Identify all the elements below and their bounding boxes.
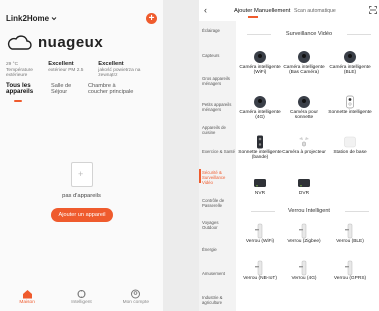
nav-home[interactable]: Maison bbox=[6, 289, 48, 305]
device-item[interactable]: Sonnette intelligente bbox=[328, 94, 372, 115]
category-sidebar: Éclairage Capteurs Gros appareils ménage… bbox=[199, 21, 236, 311]
home-screen: Link2Home + nuageux 29 °C Température ex… bbox=[0, 0, 163, 311]
cloud-icon bbox=[7, 34, 32, 50]
add-device-button[interactable]: Ajouter un appareil bbox=[51, 208, 113, 222]
category-lighting[interactable]: Éclairage bbox=[202, 28, 235, 33]
doorbell-icon bbox=[253, 134, 268, 149]
scan-icon[interactable] bbox=[369, 6, 377, 14]
active-room-indicator bbox=[14, 100, 22, 102]
lock-icon bbox=[253, 223, 268, 238]
category-energy[interactable]: Énergie bbox=[202, 247, 235, 252]
lock-icon bbox=[343, 223, 358, 238]
lock-icon bbox=[253, 260, 268, 275]
weather-widget: nuageux bbox=[6, 34, 103, 51]
device-item[interactable]: Sonnette intelligente (bande) bbox=[238, 134, 282, 161]
device-item[interactable]: Caméra pour sonnette bbox=[282, 94, 326, 121]
back-icon[interactable]: ‹ bbox=[204, 5, 207, 15]
tab-auto-scan[interactable]: Scan automatique bbox=[294, 8, 336, 14]
lock-icon bbox=[343, 260, 358, 275]
camera-icon bbox=[253, 49, 268, 64]
device-item[interactable]: Caméra intelligente (WiFi) bbox=[238, 49, 282, 76]
nvr-icon bbox=[253, 175, 268, 190]
device-item[interactable]: Caméra à projecteur bbox=[282, 134, 326, 155]
floodlight-camera-icon bbox=[297, 134, 312, 149]
active-category-indicator bbox=[199, 169, 201, 183]
camera-icon bbox=[343, 49, 358, 64]
category-small-appliances[interactable]: Petits appareils ménagers bbox=[202, 102, 235, 112]
category-large-appliances[interactable]: Gros appareils ménagers bbox=[202, 76, 235, 86]
lock-icon bbox=[297, 223, 312, 238]
nav-smart[interactable]: Intelligent bbox=[60, 289, 102, 305]
tab-add-manually[interactable]: Ajouter Manuellement bbox=[234, 8, 290, 14]
device-item[interactable]: Verrou (BLE) bbox=[328, 223, 372, 244]
room-tab-bedroom[interactable]: Chambre à coucher principale bbox=[88, 83, 136, 96]
device-item[interactable]: Verrou (Zigbee) bbox=[282, 223, 326, 244]
room-tab-all[interactable]: Tous les appareils bbox=[6, 82, 44, 96]
empty-state-text: pas d'appareils bbox=[62, 193, 101, 199]
category-industry[interactable]: Industrie & agriculture bbox=[202, 295, 235, 305]
device-item[interactable]: Station de base bbox=[328, 134, 372, 155]
room-tab-living[interactable]: Salle de Séjour bbox=[51, 83, 81, 96]
smart-icon bbox=[77, 290, 86, 298]
divider bbox=[347, 34, 371, 35]
device-item[interactable]: Caméra intelligente (BLE) bbox=[328, 49, 372, 76]
account-icon bbox=[131, 289, 141, 299]
category-security[interactable]: Sécurité & Surveillance Vidéo bbox=[202, 170, 235, 185]
bottom-nav: Maison Intelligent Mon compte bbox=[0, 289, 163, 311]
room-tabs: Tous les appareils Salle de Séjour Chamb… bbox=[6, 82, 159, 96]
stat-pm25: Excellent extérieur PM 2.5 bbox=[48, 61, 84, 73]
category-sensors[interactable]: Capteurs bbox=[202, 53, 235, 58]
nav-account[interactable]: Mon compte bbox=[115, 289, 157, 305]
category-entertainment[interactable]: Amusement bbox=[202, 271, 235, 276]
category-kitchen[interactable]: Appareils de cuisine bbox=[202, 125, 235, 135]
home-title: Link2Home bbox=[6, 13, 50, 23]
doorbell-icon bbox=[343, 94, 358, 109]
camera-icon bbox=[297, 94, 312, 109]
dvr-icon bbox=[297, 175, 312, 190]
category-outdoor[interactable]: Voyages Outdoor bbox=[202, 220, 235, 230]
home-selector[interactable]: Link2Home bbox=[6, 14, 57, 23]
base-station-icon bbox=[343, 134, 358, 149]
chevron-down-icon bbox=[51, 16, 57, 20]
category-health[interactable]: Exercice & Santé bbox=[202, 149, 235, 154]
device-item[interactable]: Verrou (GPRS) bbox=[328, 260, 372, 281]
category-gateway[interactable]: Contrôle de Passerelle bbox=[202, 198, 235, 208]
divider bbox=[345, 211, 369, 212]
home-header: Link2Home + bbox=[6, 10, 157, 26]
device-item[interactable]: Verrou (4G) bbox=[282, 260, 326, 281]
weather-stats: 29 °C Température extérieure Excellent e… bbox=[6, 61, 159, 79]
camera-icon bbox=[297, 49, 312, 64]
device-item[interactable]: Caméra intelligente (4G) bbox=[238, 94, 282, 121]
device-item[interactable]: Caméra intelligente (Bas Caméra) bbox=[282, 49, 326, 76]
device-item[interactable]: Verrou (WiFi) bbox=[238, 223, 282, 244]
add-icon[interactable]: + bbox=[146, 12, 157, 24]
home-icon bbox=[22, 290, 32, 299]
active-tab-indicator bbox=[248, 16, 258, 18]
empty-device-icon: + bbox=[71, 162, 93, 187]
stat-temperature: 29 °C Température extérieure bbox=[6, 62, 33, 79]
stat-air-quality: Excellent jakość powietrza na zewnątrz bbox=[98, 61, 141, 79]
lock-icon bbox=[297, 260, 312, 275]
device-item[interactable]: NVR bbox=[238, 175, 282, 196]
device-item[interactable]: DVR bbox=[282, 175, 326, 196]
weather-condition: nuageux bbox=[38, 34, 104, 51]
device-item[interactable]: Verrou (NB-IoT) bbox=[238, 260, 282, 281]
add-device-header: ‹ Ajouter Manuellement Scan automatique bbox=[199, 0, 379, 20]
add-device-screen: ‹ Ajouter Manuellement Scan automatique … bbox=[199, 0, 379, 311]
camera-icon bbox=[253, 94, 268, 109]
